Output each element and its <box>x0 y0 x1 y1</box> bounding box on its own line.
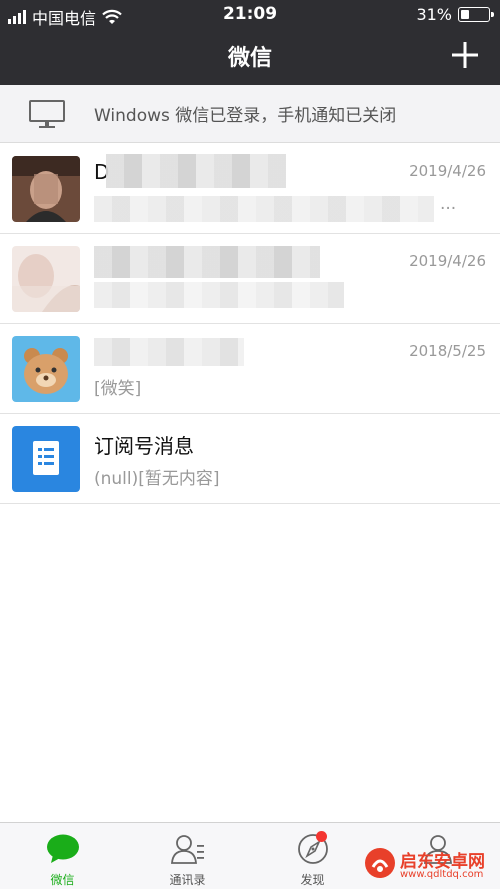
status-right: 31% <box>416 5 494 24</box>
blurred-name <box>94 338 244 366</box>
watermark-url: www.qdltdq.com <box>400 869 484 880</box>
site-watermark: 启东安卓网 www.qdltdq.com <box>364 845 492 889</box>
notification-dot <box>316 831 327 842</box>
status-bar: 中国电信 21:09 31% <box>0 0 500 28</box>
chat-time: 2019/4/26 <box>409 162 486 180</box>
blurred-name <box>94 246 320 278</box>
tab-label: 微信 <box>50 873 75 887</box>
chat-bubble-icon <box>46 834 79 863</box>
avatar <box>12 156 80 222</box>
blurred-name <box>106 154 286 188</box>
avatar <box>12 246 80 312</box>
battery-fill <box>461 10 470 19</box>
tab-chats[interactable]: 微信 <box>0 823 125 889</box>
watermark-logo-icon <box>365 848 395 878</box>
tab-discover[interactable]: 发现 <box>250 823 375 889</box>
blurred-preview <box>94 282 344 308</box>
chat-item[interactable]: D 2019/4/26 ... <box>0 144 500 234</box>
battery-icon <box>458 7 494 22</box>
page-title: 微信 <box>227 46 272 71</box>
contacts-icon <box>170 835 204 864</box>
chat-list: D 2019/4/26 ... 2019/4/26 2018/5/25 [微笑]… <box>0 144 500 504</box>
chat-time: 2018/5/25 <box>409 342 486 360</box>
tab-contacts[interactable]: 通讯录 <box>125 823 250 889</box>
chat-preview: [微笑] <box>94 379 142 399</box>
subscription-icon <box>12 426 80 492</box>
chat-item[interactable]: 2019/4/26 <box>0 234 500 324</box>
plus-icon[interactable] <box>450 40 480 70</box>
tab-label: 通讯录 <box>169 873 206 887</box>
chat-time: 2019/4/26 <box>409 252 486 270</box>
monitor-icon <box>29 99 65 128</box>
desktop-login-banner[interactable]: Windows 微信已登录，手机通知已关闭 <box>0 85 500 143</box>
blurred-preview <box>94 196 434 222</box>
avatar <box>12 336 80 402</box>
chat-preview: (null)[暂无内容] <box>94 469 220 489</box>
tab-label: 发现 <box>300 873 325 887</box>
subscription-messages-item[interactable]: 订阅号消息 (null)[暂无内容] <box>0 414 500 504</box>
nav-bar: 微信 <box>0 28 500 85</box>
chat-name: 订阅号消息 <box>94 434 194 458</box>
chat-item[interactable]: 2018/5/25 [微笑] <box>0 324 500 414</box>
banner-text: Windows 微信已登录，手机通知已关闭 <box>94 106 397 126</box>
chat-preview: ... <box>440 194 457 214</box>
battery-percent: 31% <box>416 5 452 24</box>
